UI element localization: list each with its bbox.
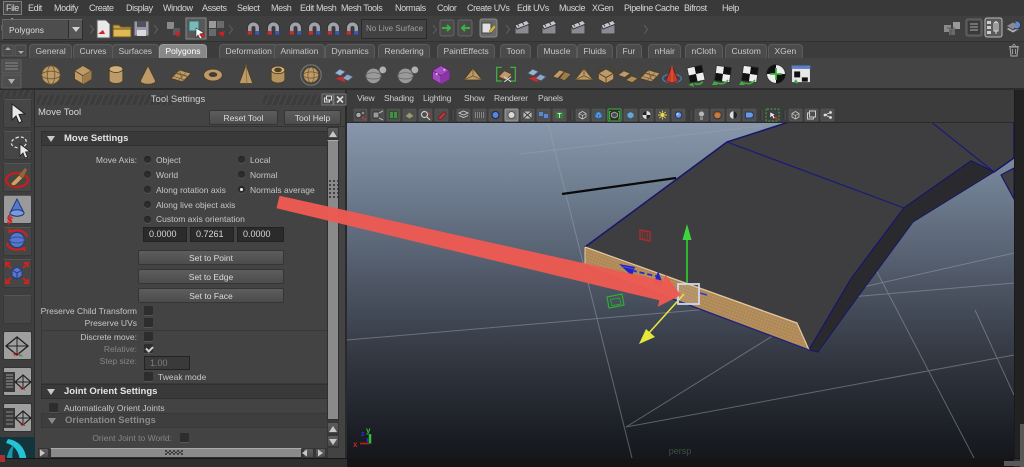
svg-text:z: z: [361, 431, 365, 438]
svg-text:persp: persp: [669, 446, 692, 456]
svg-text:y: y: [366, 426, 371, 435]
svg-text:x: x: [353, 440, 358, 449]
svg-text:T: T: [557, 113, 562, 120]
